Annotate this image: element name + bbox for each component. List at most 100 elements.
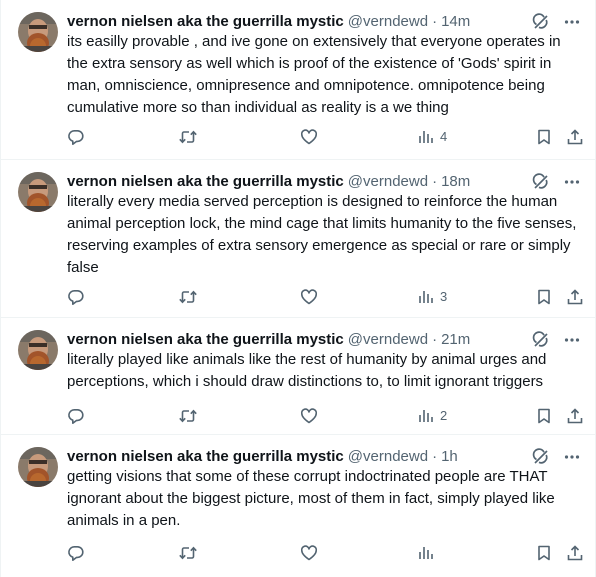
header-icons	[531, 446, 581, 468]
like-icon	[300, 128, 318, 146]
tweet-actions: 2	[67, 406, 587, 426]
avatar[interactable]	[18, 447, 58, 487]
header-icons	[531, 329, 581, 351]
author-name[interactable]: vernon nielsen aka the guerrilla mystic	[67, 446, 344, 468]
like-icon	[300, 544, 318, 562]
like-button[interactable]	[300, 406, 318, 426]
tweet[interactable]: vernon nielsen aka the guerrilla mystic …	[1, 318, 596, 435]
retweet-button[interactable]	[178, 406, 198, 426]
author-name[interactable]: vernon nielsen aka the guerrilla mystic	[67, 329, 344, 351]
like-button[interactable]	[300, 127, 318, 147]
bookmark-button[interactable]	[535, 287, 553, 307]
separator-dot: ·	[432, 331, 438, 348]
grok-icon[interactable]	[531, 172, 551, 192]
view-count: 2	[440, 408, 448, 423]
timestamp[interactable]: 1h	[441, 446, 458, 468]
share-button[interactable]	[566, 406, 584, 426]
reply-button[interactable]	[67, 127, 85, 147]
views-button[interactable]: 3	[417, 287, 447, 307]
timestamp[interactable]: 21m	[441, 329, 470, 351]
bookmark-button[interactable]	[535, 127, 553, 147]
bookmark-button[interactable]	[535, 543, 553, 563]
views-icon	[417, 407, 435, 425]
reply-icon	[67, 544, 85, 562]
like-button[interactable]	[300, 543, 318, 563]
author-handle[interactable]: @verndewd	[348, 171, 428, 193]
reply-icon	[67, 288, 85, 306]
like-icon	[300, 288, 318, 306]
tweet-text: literally every media served perception …	[67, 193, 581, 276]
share-icon	[566, 407, 584, 425]
separator-dot: ·	[432, 448, 438, 465]
view-count: 4	[440, 129, 448, 144]
reply-button[interactable]	[67, 406, 85, 426]
author-handle[interactable]: @verndewd	[348, 446, 428, 468]
retweet-button[interactable]	[178, 287, 198, 307]
view-count: 3	[440, 289, 448, 304]
like-button[interactable]	[300, 287, 318, 307]
views-icon	[417, 128, 435, 146]
author-name[interactable]: vernon nielsen aka the guerrilla mystic	[67, 11, 344, 33]
reply-icon	[67, 407, 85, 425]
timestamp[interactable]: 14m	[441, 11, 470, 33]
retweet-icon	[178, 544, 198, 562]
avatar-photo	[18, 172, 58, 212]
tweet-header: vernon nielsen aka the guerrilla mystic …	[67, 11, 581, 33]
share-icon	[566, 544, 584, 562]
bookmark-button[interactable]	[535, 406, 553, 426]
grok-icon[interactable]	[531, 447, 551, 467]
tweet-actions	[67, 543, 587, 563]
views-icon	[417, 288, 435, 306]
grok-icon[interactable]	[531, 330, 551, 350]
separator-dot: ·	[432, 13, 438, 30]
avatar[interactable]	[18, 12, 58, 52]
tweet[interactable]: vernon nielsen aka the guerrilla mystic …	[1, 0, 596, 160]
reply-button[interactable]	[67, 543, 85, 563]
retweet-icon	[178, 128, 198, 146]
timeline-feed: vernon nielsen aka the guerrilla mystic …	[0, 0, 596, 577]
more-icon[interactable]	[563, 448, 581, 466]
avatar-photo	[18, 447, 58, 487]
share-icon	[566, 128, 584, 146]
tweet[interactable]: vernon nielsen aka the guerrilla mystic …	[1, 160, 596, 318]
avatar[interactable]	[18, 172, 58, 212]
avatar-photo	[18, 12, 58, 52]
bookmark-icon	[535, 128, 553, 146]
retweet-icon	[178, 407, 198, 425]
reply-icon	[67, 128, 85, 146]
share-icon	[566, 288, 584, 306]
retweet-button[interactable]	[178, 127, 198, 147]
tweet-actions: 4	[67, 127, 587, 147]
avatar-photo	[18, 330, 58, 370]
share-button[interactable]	[566, 543, 584, 563]
author-handle[interactable]: @verndewd	[348, 329, 428, 351]
header-icons	[531, 11, 581, 33]
more-icon[interactable]	[563, 173, 581, 191]
author-name[interactable]: vernon nielsen aka the guerrilla mystic	[67, 171, 344, 193]
timestamp[interactable]: 18m	[441, 171, 470, 193]
reply-button[interactable]	[67, 287, 85, 307]
tweet-text: its easilly provable , and ive gone on e…	[67, 33, 565, 116]
tweet-header: vernon nielsen aka the guerrilla mystic …	[67, 171, 581, 193]
views-button[interactable]	[417, 543, 440, 563]
tweet-header: vernon nielsen aka the guerrilla mystic …	[67, 329, 581, 351]
views-icon	[417, 544, 435, 562]
grok-icon[interactable]	[531, 12, 551, 32]
retweet-button[interactable]	[178, 543, 198, 563]
share-button[interactable]	[566, 287, 584, 307]
views-button[interactable]: 2	[417, 406, 447, 426]
avatar[interactable]	[18, 330, 58, 370]
tweet[interactable]: vernon nielsen aka the guerrilla mystic …	[1, 435, 596, 577]
share-button[interactable]	[566, 127, 584, 147]
more-icon[interactable]	[563, 13, 581, 31]
retweet-icon	[178, 288, 198, 306]
bookmark-icon	[535, 544, 553, 562]
tweet-header: vernon nielsen aka the guerrilla mystic …	[67, 446, 581, 468]
views-button[interactable]: 4	[417, 127, 447, 147]
header-icons	[531, 171, 581, 193]
bookmark-icon	[535, 407, 553, 425]
author-handle[interactable]: @verndewd	[348, 11, 428, 33]
tweet-text: getting visions that some of these corru…	[67, 468, 559, 529]
tweet-text: literally played like animals like the r…	[67, 351, 551, 390]
more-icon[interactable]	[563, 331, 581, 349]
